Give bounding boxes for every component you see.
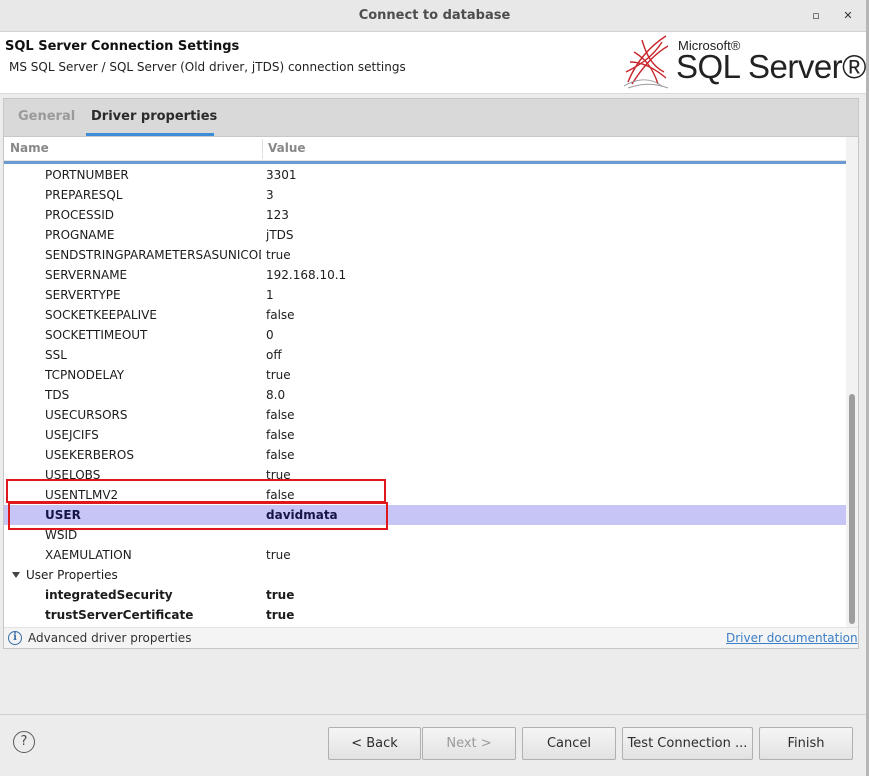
table-row[interactable]: TCPNODELAY true [4,365,846,385]
info-bar: i Advanced driver properties Driver docu… [4,627,858,648]
table-row[interactable]: SOCKETTIMEOUT 0 [4,325,846,345]
property-value[interactable]: 1 [266,288,274,302]
cancel-button[interactable]: Cancel [522,727,616,760]
property-value[interactable]: true [266,608,294,622]
property-value[interactable]: 0 [266,328,274,342]
driver-properties-panel: General Driver properties Name Value POR… [3,98,859,649]
property-name: USEJCIFS [45,428,99,442]
table-row[interactable]: PROGNAME jTDS [4,225,846,245]
expand-triangle-icon[interactable] [12,572,20,578]
property-name: XAEMULATION [45,548,132,562]
highlight-box-user [8,502,388,530]
property-name: PREPARESQL [45,188,123,202]
property-name: SERVERTYPE [45,288,121,302]
table-row[interactable]: SERVERNAME 192.168.10.1 [4,265,846,285]
property-name: TDS [45,388,70,402]
property-value[interactable]: off [266,348,282,362]
property-value[interactable]: 3 [266,188,274,202]
property-name: SOCKETKEEPALIVE [45,308,157,322]
test-connection-button[interactable]: Test Connection ... [622,727,753,760]
wizard-header: SQL Server Connection Settings MS SQL Se… [0,32,867,94]
property-name: trustServerCertificate [45,608,194,622]
property-value[interactable]: false [266,428,295,442]
sql-server-logo: Microsoft® SQL Server® [622,32,867,92]
help-icon[interactable]: ? [13,731,35,753]
info-text: Advanced driver properties [28,631,192,645]
property-value[interactable]: true [266,248,291,262]
table-top-edge [4,161,846,164]
active-tab-indicator [86,133,214,136]
table-header: Name Value [4,137,846,161]
table-row[interactable]: trustServerCertificate true [4,605,846,625]
table-row[interactable]: SSL off [4,345,846,365]
property-name: PROGNAME [45,228,115,242]
property-name: WSID [45,528,78,542]
property-value[interactable]: false [266,408,295,422]
table-row[interactable]: TDS 8.0 [4,385,846,405]
property-value[interactable]: true [266,588,294,602]
logo-sql-server-text: SQL Server® [676,48,867,85]
property-name: SERVERNAME [45,268,128,282]
tab-general[interactable]: General [18,109,75,124]
table-row[interactable]: SENDSTRINGPARAMETERSASUNICODE true [4,245,846,265]
property-name: USECURSORS [45,408,128,422]
column-header-name[interactable]: Name [10,141,49,155]
table-row[interactable]: SOCKETKEEPALIVE false [4,305,846,325]
property-value[interactable]: false [266,448,295,462]
property-value[interactable]: true [266,548,291,562]
close-icon[interactable]: ✕ [841,9,855,22]
property-value[interactable]: 3301 [266,168,297,182]
sql-server-logo-icon [623,35,669,89]
property-name: SENDSTRINGPARAMETERSASUNICODE [45,248,261,262]
property-name: SOCKETTIMEOUT [45,328,148,342]
property-value[interactable]: 123 [266,208,289,222]
table-row[interactable]: PREPARESQL 3 [4,185,846,205]
column-header-value[interactable]: Value [268,141,306,155]
info-icon: i [8,631,22,645]
table-row[interactable]: USEKERBEROS false [4,445,846,465]
tab-bar: General Driver properties [4,99,858,137]
scrollbar-thumb[interactable] [849,394,855,624]
minimize-icon[interactable]: ▫ [809,9,823,22]
table-row[interactable]: SERVERTYPE 1 [4,285,846,305]
property-name: USEKERBEROS [45,448,134,462]
button-bar-divider [0,714,866,715]
property-value[interactable]: jTDS [266,228,294,242]
window-title: Connect to database [358,8,511,23]
property-name: integratedSecurity [45,588,173,602]
table-row[interactable]: integratedSecurity true [4,585,846,605]
table-row[interactable]: PROCESSID 123 [4,205,846,225]
properties-table: PORTNUMBER 3301 PREPARESQL 3 PROCESSID 123 … [4,165,846,625]
property-name: TCPNODELAY [45,368,125,382]
property-name: PORTNUMBER [45,168,129,182]
page-subtitle: MS SQL Server / SQL Server (Old driver, … [9,60,406,74]
table-row[interactable]: XAEMULATION true [4,545,846,565]
group-row-user-properties[interactable]: User Properties [4,565,846,585]
group-label: User Properties [26,568,118,582]
property-name: PROCESSID [45,208,114,222]
property-name: SSL [45,348,67,362]
back-button[interactable]: < Back [328,727,421,760]
finish-button[interactable]: Finish [759,727,853,760]
table-row[interactable]: USECURSORS false [4,405,846,425]
highlight-box-usentlmv2 [6,479,386,503]
property-value[interactable]: 192.168.10.1 [266,268,346,282]
property-value[interactable]: 8.0 [266,388,285,402]
vertical-scrollbar[interactable] [846,137,858,627]
property-value[interactable]: true [266,368,291,382]
page-title: SQL Server Connection Settings [5,39,240,54]
property-value[interactable]: false [266,308,295,322]
next-button[interactable]: Next > [422,727,516,760]
title-bar: Connect to database ▫ ✕ [0,0,869,32]
column-separator[interactable] [262,139,263,159]
table-row[interactable]: USEJCIFS false [4,425,846,445]
table-row[interactable]: PORTNUMBER 3301 [4,165,846,185]
tab-driver-properties[interactable]: Driver properties [91,109,217,124]
driver-documentation-link[interactable]: Driver documentation [726,631,858,645]
